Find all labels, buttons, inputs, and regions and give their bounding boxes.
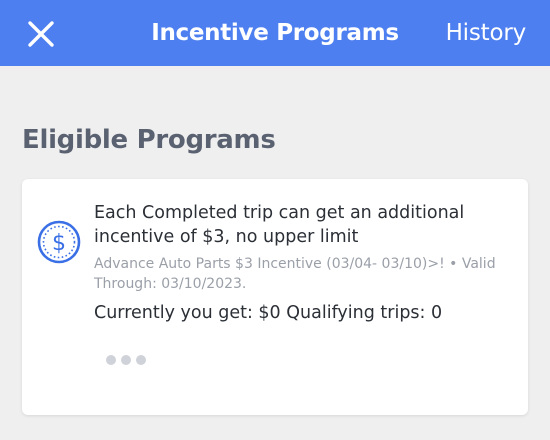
program-details: Each Completed trip can get an additiona… bbox=[94, 201, 519, 325]
program-description: Each Completed trip can get an additiona… bbox=[94, 203, 465, 247]
current-status: Currently you get: $0 Qualifying trips: … bbox=[94, 303, 443, 323]
history-button[interactable]: History bbox=[446, 18, 527, 48]
close-icon bbox=[28, 21, 54, 47]
pager-dot bbox=[121, 355, 131, 365]
svg-text:$: $ bbox=[52, 231, 66, 256]
pager-dot bbox=[106, 355, 116, 365]
section-title: Eligible Programs bbox=[22, 125, 276, 155]
dollar-coin-icon: $ bbox=[36, 219, 82, 265]
pager-dot bbox=[136, 355, 146, 365]
app-header: Incentive Programs History bbox=[0, 0, 550, 66]
pager-dots bbox=[106, 355, 146, 367]
program-card[interactable]: $ Each Completed trip can get an additio… bbox=[22, 179, 528, 415]
close-button[interactable] bbox=[24, 17, 58, 51]
program-subtitle: Advance Auto Parts $3 Incentive (03/04- … bbox=[94, 256, 496, 292]
